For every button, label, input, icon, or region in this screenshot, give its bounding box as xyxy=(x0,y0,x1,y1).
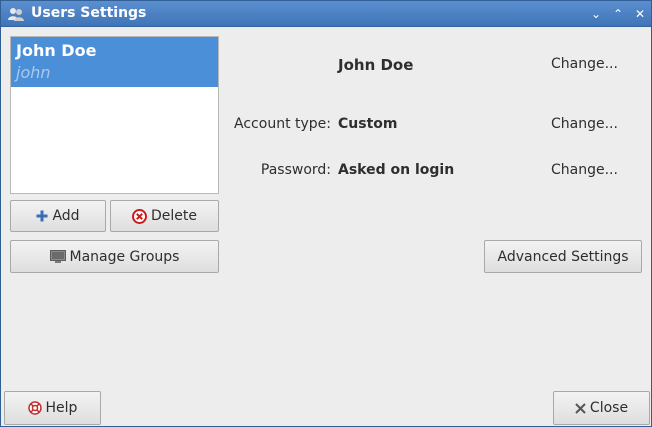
close-button-label: Close xyxy=(589,400,629,416)
groups-icon xyxy=(49,249,66,263)
help-button[interactable]: Help xyxy=(4,391,101,425)
password-value: Asked on login xyxy=(338,162,455,178)
plus-icon xyxy=(36,210,48,222)
account-type-label: Account type: xyxy=(234,116,331,132)
users-settings-window: Users Settings ⌄ ⌃ ✕ John Doe john Add D… xyxy=(0,0,652,427)
manage-groups-button[interactable]: Manage Groups xyxy=(10,240,219,273)
user-list-item[interactable]: John Doe john xyxy=(11,37,218,87)
change-password-link[interactable]: Change... xyxy=(551,162,618,178)
close-button[interactable]: Close xyxy=(553,391,650,425)
add-button-label: Add xyxy=(52,208,80,224)
display-name: John Doe xyxy=(338,56,414,74)
advanced-settings-button[interactable]: Advanced Settings xyxy=(484,240,642,273)
account-type-value: Custom xyxy=(338,116,398,132)
change-account-type-link[interactable]: Change... xyxy=(551,116,618,132)
delete-icon xyxy=(132,208,147,224)
advanced-settings-label: Advanced Settings xyxy=(497,248,629,265)
manage-groups-label: Manage Groups xyxy=(69,248,180,265)
delete-user-button[interactable]: Delete xyxy=(110,200,219,232)
window-title: Users Settings xyxy=(31,5,147,21)
delete-button-label: Delete xyxy=(151,208,197,224)
minimize-button[interactable]: ⌄ xyxy=(587,5,605,23)
window-close-button[interactable]: ✕ xyxy=(631,5,649,23)
change-name-link[interactable]: Change... xyxy=(551,56,618,72)
titlebar[interactable]: Users Settings ⌄ ⌃ ✕ xyxy=(1,1,651,27)
add-user-button[interactable]: Add xyxy=(10,200,106,232)
maximize-button[interactable]: ⌃ xyxy=(609,5,627,23)
help-icon xyxy=(27,401,42,415)
user-login-name: john xyxy=(16,63,51,82)
help-button-label: Help xyxy=(45,400,78,416)
user-full-name: John Doe xyxy=(16,41,97,60)
password-label: Password: xyxy=(260,162,331,178)
user-list[interactable]: John Doe john xyxy=(10,36,219,194)
close-icon xyxy=(575,402,586,414)
users-icon xyxy=(8,8,24,21)
